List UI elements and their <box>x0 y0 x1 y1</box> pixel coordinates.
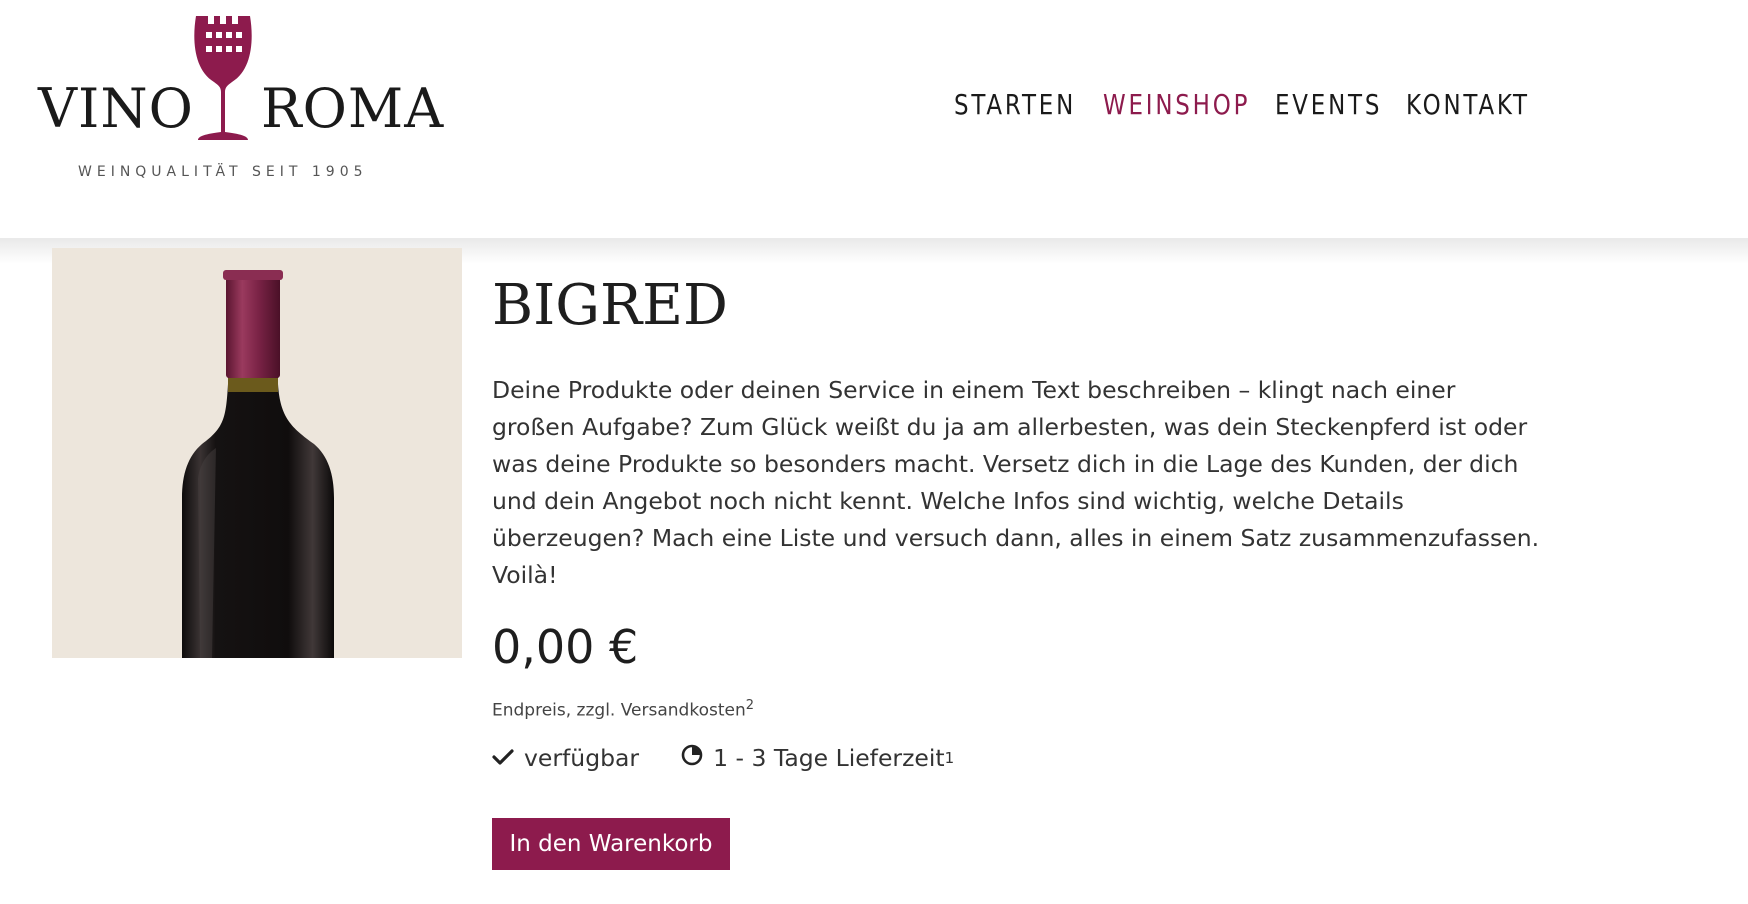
clock-icon <box>681 744 703 772</box>
add-to-cart-button[interactable]: In den Warenkorb <box>492 818 730 870</box>
logo-word-roma: ROMA <box>261 77 445 140</box>
product-image[interactable] <box>52 248 462 658</box>
price-note: Endpreis, zzgl. Versandkosten2 <box>492 698 754 721</box>
availability-status: verfügbar <box>524 744 640 772</box>
nav-item-events[interactable]: EVENTS <box>1275 88 1382 121</box>
wine-bottle-image <box>182 270 334 658</box>
price-note-text[interactable]: Endpreis, zzgl. Versandkosten <box>492 701 746 721</box>
nav-item-kontakt[interactable]: KONTAKT <box>1406 88 1530 121</box>
availability-row: verfügbar 1 - 3 Tage Lieferzeit 1 <box>492 744 954 772</box>
checkmark-icon <box>492 744 514 772</box>
product-title: BIGRED <box>492 273 728 338</box>
logo-word-vino: VINO <box>38 77 194 140</box>
product-price: 0,00 € <box>492 620 639 674</box>
nav-item-starten[interactable]: STARTEN <box>954 88 1076 121</box>
nav-item-weinshop[interactable]: WEINSHOP <box>1103 88 1250 121</box>
price-note-footnote: 2 <box>745 698 755 713</box>
product-description: Deine Produkte oder deinen Service in ei… <box>492 376 1540 589</box>
delivery-time[interactable]: 1 - 3 Tage Lieferzeit <box>713 744 945 772</box>
wine-glass-icon <box>194 16 252 140</box>
logo-tagline: WEINQUALITÄT SEIT 1905 <box>78 164 368 180</box>
site-header: VINO ROMA WEINQUALITÄT SEIT 1905 STARTEN… <box>0 0 1748 238</box>
delivery-footnote: 1 <box>944 749 955 767</box>
site-logo[interactable]: VINO ROMA WEINQUALITÄT SEIT 1905 <box>38 10 448 190</box>
